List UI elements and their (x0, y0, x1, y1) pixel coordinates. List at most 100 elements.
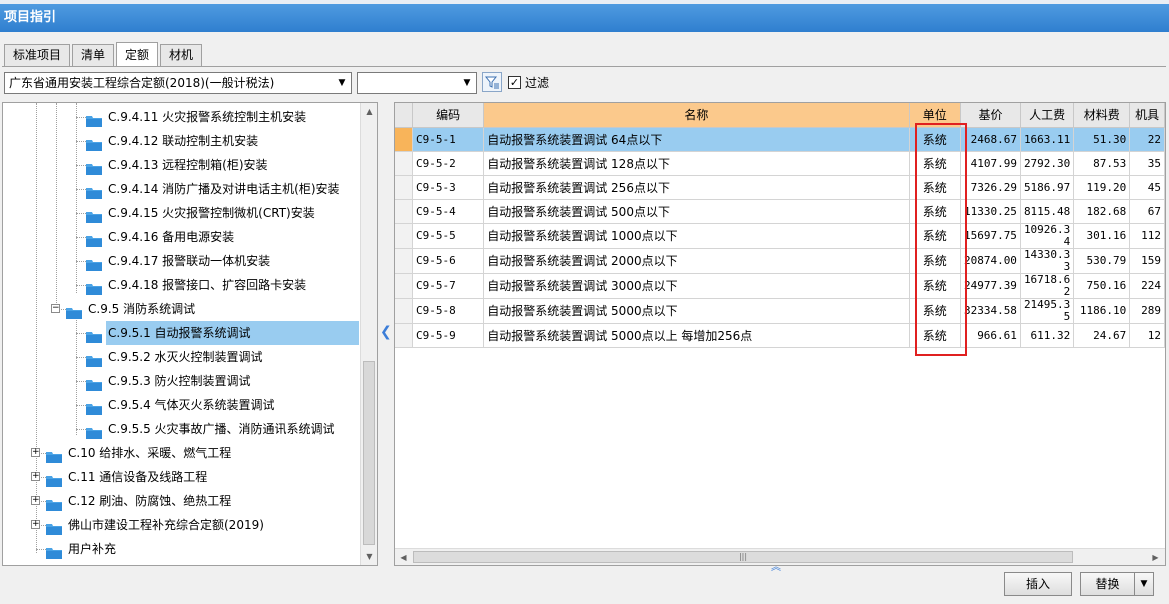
tree-vertical-scrollbar[interactable]: ▲ ▼ (360, 103, 377, 565)
tree-item-label: C.9.4.17 报警联动一体机安装 (108, 254, 271, 268)
table-row[interactable]: C9-5-9 自动报警系统装置调试 5000点以上 每增加256点 系统 966.61… (395, 323, 1165, 348)
row-indicator[interactable] (395, 248, 413, 274)
tree-guide (36, 549, 46, 550)
row-indicator[interactable] (395, 298, 413, 324)
cell-name: 自动报警系统装置调试 128点以下 (483, 151, 910, 176)
table-row[interactable]: C9-5-4 自动报警系统装置调试 500点以下 系统 11330.25 8115.48… (395, 199, 1165, 224)
column-header-material[interactable]: 材料费 (1073, 103, 1131, 128)
expand-icon[interactable]: + (31, 448, 40, 457)
tree-item[interactable]: C.9.5.2 水灭火控制装置调试 (3, 345, 359, 369)
tab-bill[interactable]: 清单 (72, 44, 115, 66)
folder-icon (86, 111, 102, 127)
collapse-icon[interactable]: − (51, 304, 60, 313)
column-header-machine[interactable]: 机具 (1129, 103, 1165, 128)
tree-guide (76, 117, 86, 118)
chevron-down-icon: ▼ (463, 78, 471, 88)
unit-column-highlight (915, 123, 967, 356)
tree-item[interactable]: + C.10 给排水、采暖、燃气工程 (3, 441, 359, 465)
tree-item[interactable]: + 佛山市建设工程补充综合定额(2019) (3, 513, 359, 537)
tree-item-label: C.9.5.2 水灭火控制装置调试 (108, 350, 263, 364)
row-indicator[interactable] (395, 151, 413, 176)
tree-item[interactable]: C.9.4.15 火灾报警控制微机(CRT)安装 (3, 201, 359, 225)
tree-item[interactable]: C.9.5.3 防火控制装置调试 (3, 369, 359, 393)
tree-item[interactable]: C.9.4.17 报警联动一体机安装 (3, 249, 359, 273)
folder-icon (46, 495, 62, 511)
tree-item[interactable]: C.9.4.16 备用电源安装 (3, 225, 359, 249)
table-row[interactable]: C9-5-8 自动报警系统装置调试 5000点以下 系统 32334.58 21495.… (395, 298, 1165, 324)
expand-icon[interactable]: + (31, 472, 40, 481)
filter-funnel-icon[interactable] (482, 72, 502, 92)
tree-item-label: C.11 通信设备及线路工程 (68, 470, 208, 484)
tree-item[interactable]: 用户补充 (3, 537, 359, 561)
tab-standard-items[interactable]: 标准项目 (4, 44, 71, 66)
table-row[interactable]: C9-5-6 自动报警系统装置调试 2000点以下 系统 20874.00 14330.… (395, 248, 1165, 274)
tree-item-label: C.12 刷油、防腐蚀、绝热工程 (68, 494, 232, 508)
column-header-code[interactable]: 编码 (412, 103, 485, 128)
table-row[interactable]: C9-5-1 自动报警系统装置调试 64点以下 系统 2468.67 1663.11 51… (395, 127, 1165, 152)
cell-code: C9-5-1 (412, 127, 485, 152)
row-indicator[interactable] (395, 223, 413, 249)
quota-library-select[interactable]: 广东省通用安装工程综合定额(2018)(一般计税法) ▼ (4, 72, 352, 94)
cell-material: 182.68 (1073, 199, 1131, 224)
column-header-name[interactable]: 名称 (483, 103, 910, 128)
tree-item[interactable]: − C.9.5 消防系统调试 (3, 297, 359, 321)
tree-item[interactable]: C.9.4.18 报警接口、扩容回路卡安装 (3, 273, 359, 297)
tree-item[interactable]: C.9.5.5 火灾事故广播、消防通讯系统调试 (3, 417, 359, 441)
table-row[interactable]: C9-5-2 自动报警系统装置调试 128点以下 系统 4107.99 2792.30 8… (395, 151, 1165, 176)
quota-tree[interactable]: C.9.4.11 火灾报警系统控制主机安装 C.9.4.12 联动控制主机安装 C.… (2, 102, 378, 566)
tab-materials[interactable]: 材机 (160, 44, 203, 66)
scroll-right-icon[interactable]: ▶ (1147, 549, 1164, 565)
tree-item[interactable]: C.9.4.14 消防广播及对讲电话主机(柜)安装 (3, 177, 359, 201)
tree-item[interactable]: + C.11 通信设备及线路工程 (3, 465, 359, 489)
row-indicator[interactable] (395, 127, 413, 152)
row-indicator[interactable] (395, 323, 413, 348)
cell-code: C9-5-5 (412, 223, 485, 249)
table-row[interactable]: C9-5-7 自动报警系统装置调试 3000点以下 系统 24977.39 16718.… (395, 273, 1165, 299)
cell-labor: 16718.62 (1020, 273, 1075, 299)
tree-item-label: C.9.4.13 远程控制箱(柜)安装 (108, 158, 268, 172)
tree-guide (76, 429, 86, 430)
panel-splitter[interactable]: ❮ (379, 102, 393, 566)
collapse-left-icon[interactable]: ❮ (380, 324, 392, 340)
collapse-bottom-icon[interactable]: ︽ (771, 558, 781, 573)
cell-material: 301.16 (1073, 223, 1131, 249)
expand-icon[interactable]: + (31, 496, 40, 505)
cell-labor: 14330.33 (1020, 248, 1075, 274)
tree-item-label: C.9.4.11 火灾报警系统控制主机安装 (108, 110, 307, 124)
insert-button[interactable]: 插入 (1004, 572, 1072, 596)
tab-quota[interactable]: 定额 (116, 42, 159, 66)
cell-base-price: 966.61 (960, 323, 1021, 348)
tree-item[interactable]: C.9.4.12 联动控制主机安装 (3, 129, 359, 153)
secondary-select[interactable]: ▼ (357, 72, 477, 94)
folder-icon (46, 471, 62, 487)
cell-name: 自动报警系统装置调试 2000点以下 (483, 248, 910, 274)
row-indicator[interactable] (395, 175, 413, 200)
expand-icon[interactable]: + (31, 520, 40, 529)
tree-item-label: C.9.4.12 联动控制主机安装 (108, 134, 259, 148)
tree-item[interactable]: C.9.5.4 气体灭火系统装置调试 (3, 393, 359, 417)
tree-item[interactable]: C.9.5.1 自动报警系统调试 (3, 321, 359, 345)
scroll-left-icon[interactable]: ◀ (395, 549, 412, 565)
table-row[interactable]: C9-5-5 自动报警系统装置调试 1000点以下 系统 15697.75 10926.… (395, 223, 1165, 249)
scroll-thumb[interactable]: ||| (413, 551, 1073, 563)
column-header-labor[interactable]: 人工费 (1020, 103, 1075, 128)
cell-name: 自动报警系统装置调试 1000点以下 (483, 223, 910, 249)
replace-button[interactable]: 替换 (1080, 572, 1135, 596)
cell-machine: 67 (1129, 199, 1165, 224)
quota-grid[interactable]: 编码 名称 单位 基价 人工费 材料费 机具 C9-5-1 自动报警系统装置调试 … (394, 102, 1166, 566)
cell-code: C9-5-7 (412, 273, 485, 299)
replace-dropdown-icon[interactable]: ▼ (1134, 572, 1154, 596)
tree-item[interactable]: C.9.4.11 火灾报警系统控制主机安装 (3, 105, 359, 129)
tree-item-label: C.9.5.1 自动报警系统调试 (106, 321, 359, 345)
tree-item[interactable]: + C.12 刷油、防腐蚀、绝热工程 (3, 489, 359, 513)
scroll-down-icon[interactable]: ▼ (361, 548, 377, 565)
table-row[interactable]: C9-5-3 自动报警系统装置调试 256点以下 系统 7326.29 5186.97 1… (395, 175, 1165, 200)
scroll-up-icon[interactable]: ▲ (361, 103, 377, 120)
tree-item[interactable]: C.9.4.13 远程控制箱(柜)安装 (3, 153, 359, 177)
column-header-base-price[interactable]: 基价 (960, 103, 1021, 128)
filter-checkbox[interactable]: ✓ (508, 76, 521, 89)
scroll-thumb[interactable] (363, 361, 375, 545)
row-indicator[interactable] (395, 273, 413, 299)
cell-material: 51.30 (1073, 127, 1131, 152)
row-indicator[interactable] (395, 199, 413, 224)
